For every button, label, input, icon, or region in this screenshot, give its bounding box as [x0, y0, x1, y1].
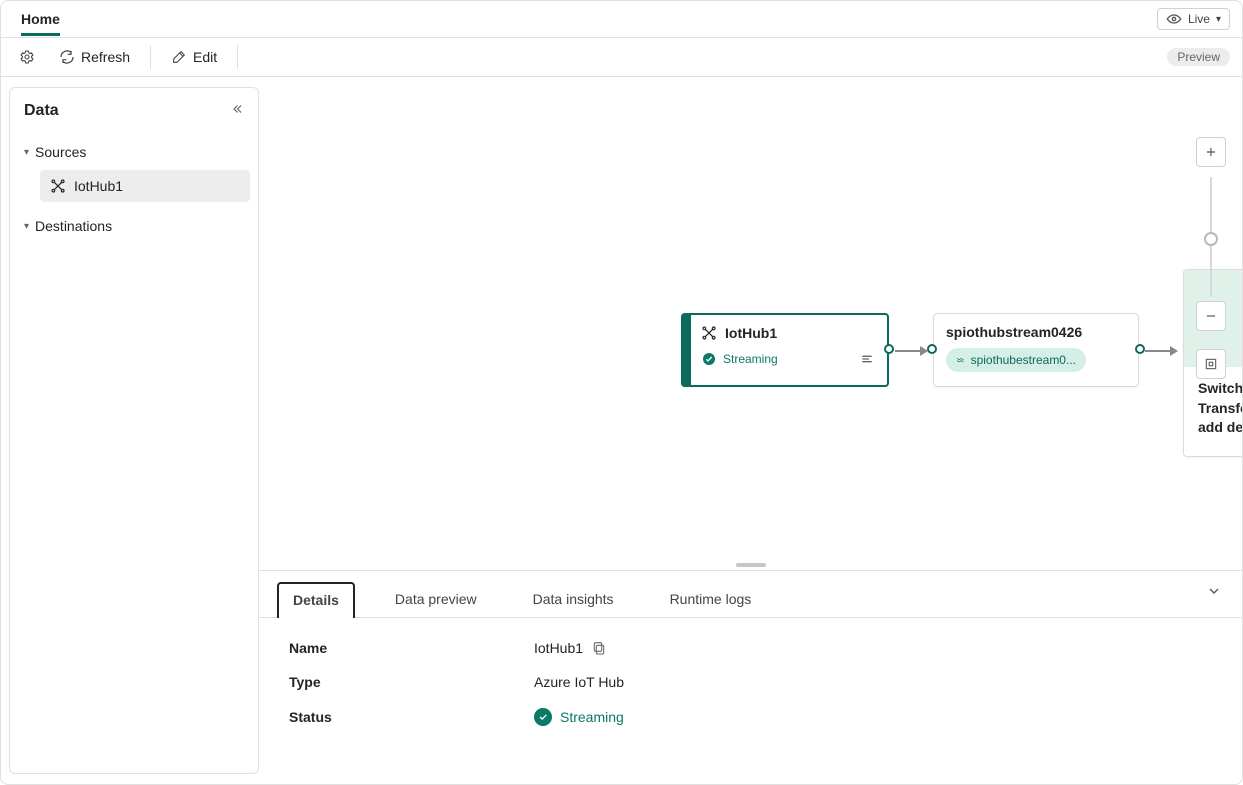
node-stream[interactable]: spiothubstream0426 spiothubestream0...: [933, 313, 1139, 387]
detail-value-text: Azure IoT Hub: [534, 674, 624, 690]
toolbar-separator: [150, 45, 151, 69]
node-source-iothub1[interactable]: IotHub1 Streaming: [681, 313, 889, 387]
edit-button[interactable]: Edit: [165, 45, 223, 69]
canvas[interactable]: IotHub1 Streaming: [259, 77, 1242, 560]
detail-row-type: Type Azure IoT Hub: [289, 674, 1212, 690]
node-title-label: spiothubstream0426: [946, 324, 1126, 340]
iot-hub-icon: [50, 178, 66, 194]
bottom-panel: Details Data preview Data insights Runti…: [259, 570, 1242, 784]
tab-data-insights[interactable]: Data insights: [517, 581, 630, 617]
tab-details[interactable]: Details: [277, 582, 355, 618]
node-status-label: Streaming: [723, 352, 778, 366]
bottom-panel-tabs: Details Data preview Data insights Runti…: [259, 571, 1242, 618]
tree-item-label: IotHub1: [74, 178, 123, 194]
detail-value-text: IotHub1: [534, 640, 583, 656]
node-output-port[interactable]: [884, 344, 894, 354]
chevron-down-icon: ▾: [24, 221, 29, 232]
chevron-down-icon: ▾: [24, 147, 29, 158]
panel-resize-handle[interactable]: [259, 560, 1242, 570]
detail-key: Name: [289, 640, 534, 656]
edit-icon: [171, 49, 187, 65]
refresh-icon: [59, 49, 75, 65]
tree-section-destinations[interactable]: ▾ Destinations: [18, 212, 250, 240]
live-mode-button[interactable]: Live ▾: [1157, 8, 1230, 30]
toolbar: Refresh Edit Preview: [1, 37, 1242, 77]
tree-item-iothub1[interactable]: IotHub1: [40, 170, 250, 202]
edge: [895, 350, 921, 352]
node-status: Streaming: [701, 351, 778, 367]
copy-icon[interactable]: [591, 640, 607, 656]
details-body: Name IotHub1 Type Azure IoT Hub: [259, 618, 1242, 784]
collapse-bottom-panel-icon[interactable]: [1206, 583, 1222, 602]
detail-row-name: Name IotHub1: [289, 640, 1212, 656]
toolbar-separator: [237, 45, 238, 69]
node-input-port[interactable]: [927, 344, 937, 354]
tree-section-label: Sources: [35, 144, 86, 160]
collapse-panel-icon[interactable]: [230, 102, 244, 119]
eye-icon: [1166, 11, 1182, 27]
tab-data-preview[interactable]: Data preview: [379, 581, 493, 617]
canvas-wrap: IotHub1 Streaming: [259, 77, 1242, 784]
node-title-label: IotHub1: [725, 325, 777, 341]
detail-key: Status: [289, 709, 534, 725]
tree-section-sources[interactable]: ▾ Sources: [18, 138, 250, 166]
zoom-controls: [1196, 137, 1226, 385]
iot-hub-icon: [701, 325, 717, 341]
top-nav-tabs: Home: [13, 3, 60, 36]
zoom-slider-track[interactable]: [1210, 177, 1212, 297]
chevron-down-icon: ▾: [1216, 14, 1221, 25]
top-nav: Home Live ▾: [1, 1, 1242, 37]
arrow-head-icon: [1170, 346, 1178, 356]
tree-section-label: Destinations: [35, 218, 112, 234]
data-panel: Data ▾ Sources IotHub1 ▾ Destinations: [9, 87, 259, 774]
zoom-fit-button[interactable]: [1196, 349, 1226, 379]
edge: [1145, 350, 1171, 352]
zoom-in-button[interactable]: [1196, 137, 1226, 167]
detail-value: IotHub1: [534, 640, 607, 656]
stream-chip[interactable]: spiothubestream0...: [946, 348, 1086, 372]
data-panel-title: Data: [18, 102, 250, 120]
edit-label: Edit: [193, 49, 217, 65]
stream-chip-label: spiothubestream0...: [971, 353, 1076, 367]
node-title: IotHub1: [701, 325, 875, 341]
zoom-out-button[interactable]: [1196, 301, 1226, 331]
detail-value-text: Streaming: [560, 709, 624, 725]
app-window: Home Live ▾ Refresh: [0, 0, 1243, 785]
tab-runtime-logs[interactable]: Runtime logs: [654, 581, 768, 617]
node-details-icon[interactable]: [859, 351, 875, 367]
body: Data ▾ Sources IotHub1 ▾ Destinations: [1, 77, 1242, 784]
top-nav-tab-home[interactable]: Home: [21, 3, 60, 36]
zoom-slider-thumb[interactable]: [1204, 232, 1218, 246]
node-output-port[interactable]: [1135, 344, 1145, 354]
toolbar-left: Refresh Edit: [13, 45, 240, 69]
live-mode-label: Live: [1188, 12, 1210, 26]
detail-value: Azure IoT Hub: [534, 674, 624, 690]
stream-icon: [956, 352, 965, 368]
detail-key: Type: [289, 674, 534, 690]
settings-button[interactable]: [13, 45, 41, 69]
check-circle-icon: [534, 708, 552, 726]
refresh-label: Refresh: [81, 49, 130, 65]
refresh-button[interactable]: Refresh: [53, 45, 136, 69]
detail-value: Streaming: [534, 708, 624, 726]
gear-icon: [19, 49, 35, 65]
check-circle-icon: [701, 351, 717, 367]
preview-badge: Preview: [1167, 48, 1230, 66]
detail-row-status: Status Streaming: [289, 708, 1212, 726]
